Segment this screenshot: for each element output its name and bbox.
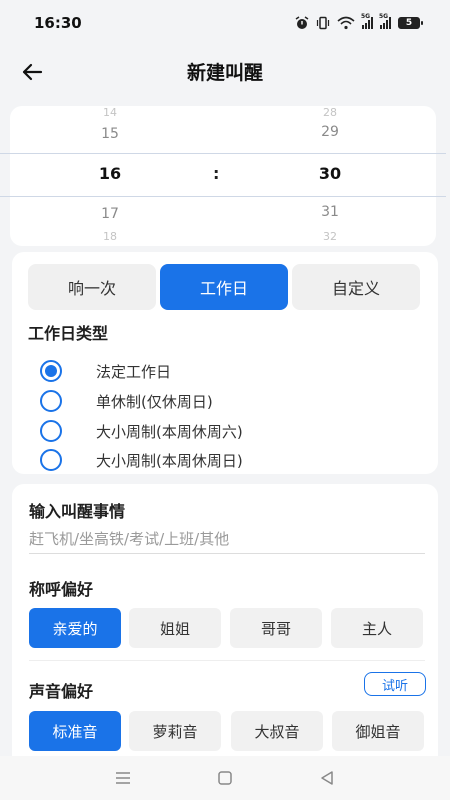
hour-option[interactable]: 15 — [10, 126, 210, 142]
nav-home-button[interactable] — [215, 768, 235, 788]
repeat-workday-tab[interactable]: 工作日 — [160, 264, 288, 310]
wake-event-title: 输入叫醒事情 — [29, 502, 126, 521]
workday-option-label: 大小周制(本周休周日) — [96, 451, 243, 470]
workday-type-title: 工作日类型 — [28, 324, 109, 343]
salutation-title: 称呼偏好 — [29, 580, 94, 599]
repeat-card: 响一次 工作日 自定义 工作日类型 法定工作日 单休制(仅休周日) 大小周制(本… — [12, 252, 438, 474]
vibrate-icon — [316, 16, 330, 30]
radio-unchecked-icon[interactable] — [40, 420, 62, 442]
nav-back-button[interactable] — [317, 768, 337, 788]
workday-option-alt-saturday[interactable]: 大小周制(本周休周六) — [40, 419, 243, 443]
system-nav-bar — [0, 756, 450, 800]
workday-option-label: 大小周制(本周休周六) — [96, 422, 243, 441]
minute-option[interactable]: 28 — [230, 106, 430, 119]
voice-option-loli[interactable]: 萝莉音 — [129, 711, 221, 751]
radio-checked-icon[interactable] — [40, 360, 62, 382]
voice-option-lady[interactable]: 御姐音 — [332, 711, 424, 751]
header: 新建叫醒 — [0, 46, 450, 96]
wifi-icon — [337, 16, 355, 30]
hour-option[interactable]: 17 — [10, 206, 210, 222]
salutation-option-brother[interactable]: 哥哥 — [230, 608, 322, 648]
home-square-icon — [218, 771, 232, 785]
arrow-left-icon — [22, 63, 43, 81]
voice-option-standard[interactable]: 标准音 — [29, 711, 121, 751]
voice-title: 声音偏好 — [29, 682, 94, 701]
signal-icon: 5G — [361, 13, 373, 29]
workday-option-label: 法定工作日 — [96, 362, 172, 381]
back-triangle-icon — [321, 771, 333, 785]
status-icons: 5G 5G 5 — [295, 13, 423, 30]
signal-icon: 5G — [379, 13, 391, 29]
back-button[interactable] — [18, 58, 46, 86]
salutation-option-sister[interactable]: 姐姐 — [129, 608, 221, 648]
picker-selection-band — [0, 153, 446, 197]
repeat-once-tab[interactable]: 响一次 — [28, 264, 156, 310]
menu-icon — [116, 772, 130, 784]
minute-option[interactable]: 31 — [230, 204, 430, 220]
battery-icon: 5 — [398, 17, 423, 29]
status-time: 16:30 — [34, 14, 82, 32]
voice-option-uncle[interactable]: 大叔音 — [231, 711, 323, 751]
page-title: 新建叫醒 — [186, 61, 263, 84]
status-bar: 16:30 5G 5G 5 — [0, 0, 450, 46]
workday-option-single-rest[interactable]: 单休制(仅休周日) — [40, 389, 213, 413]
minute-option[interactable]: 29 — [230, 124, 430, 140]
salutation-option-dear[interactable]: 亲爱的 — [29, 608, 121, 648]
radio-unchecked-icon[interactable] — [40, 390, 62, 412]
try-listen-button[interactable]: 试听 — [364, 672, 426, 696]
alarm-icon — [295, 16, 309, 30]
nav-menu-button[interactable] — [113, 768, 133, 788]
radio-unchecked-icon[interactable] — [40, 449, 62, 471]
section-divider — [29, 660, 425, 661]
preferences-card: 输入叫醒事情 称呼偏好 亲爱的 姐姐 哥哥 主人 声音偏好 试听 标准音 萝莉音… — [12, 484, 438, 774]
minute-option[interactable]: 32 — [230, 230, 430, 243]
hour-option[interactable]: 18 — [10, 230, 210, 243]
workday-option-label: 单休制(仅休周日) — [96, 392, 213, 411]
time-separator: : — [213, 164, 220, 183]
workday-option-alt-sunday[interactable]: 大小周制(本周休周日) — [40, 448, 243, 472]
wake-event-input[interactable] — [29, 524, 425, 554]
workday-option-legal[interactable]: 法定工作日 — [40, 359, 171, 383]
repeat-custom-tab[interactable]: 自定义 — [292, 264, 420, 310]
hour-option[interactable]: 14 — [10, 106, 210, 119]
salutation-option-master[interactable]: 主人 — [331, 608, 423, 648]
